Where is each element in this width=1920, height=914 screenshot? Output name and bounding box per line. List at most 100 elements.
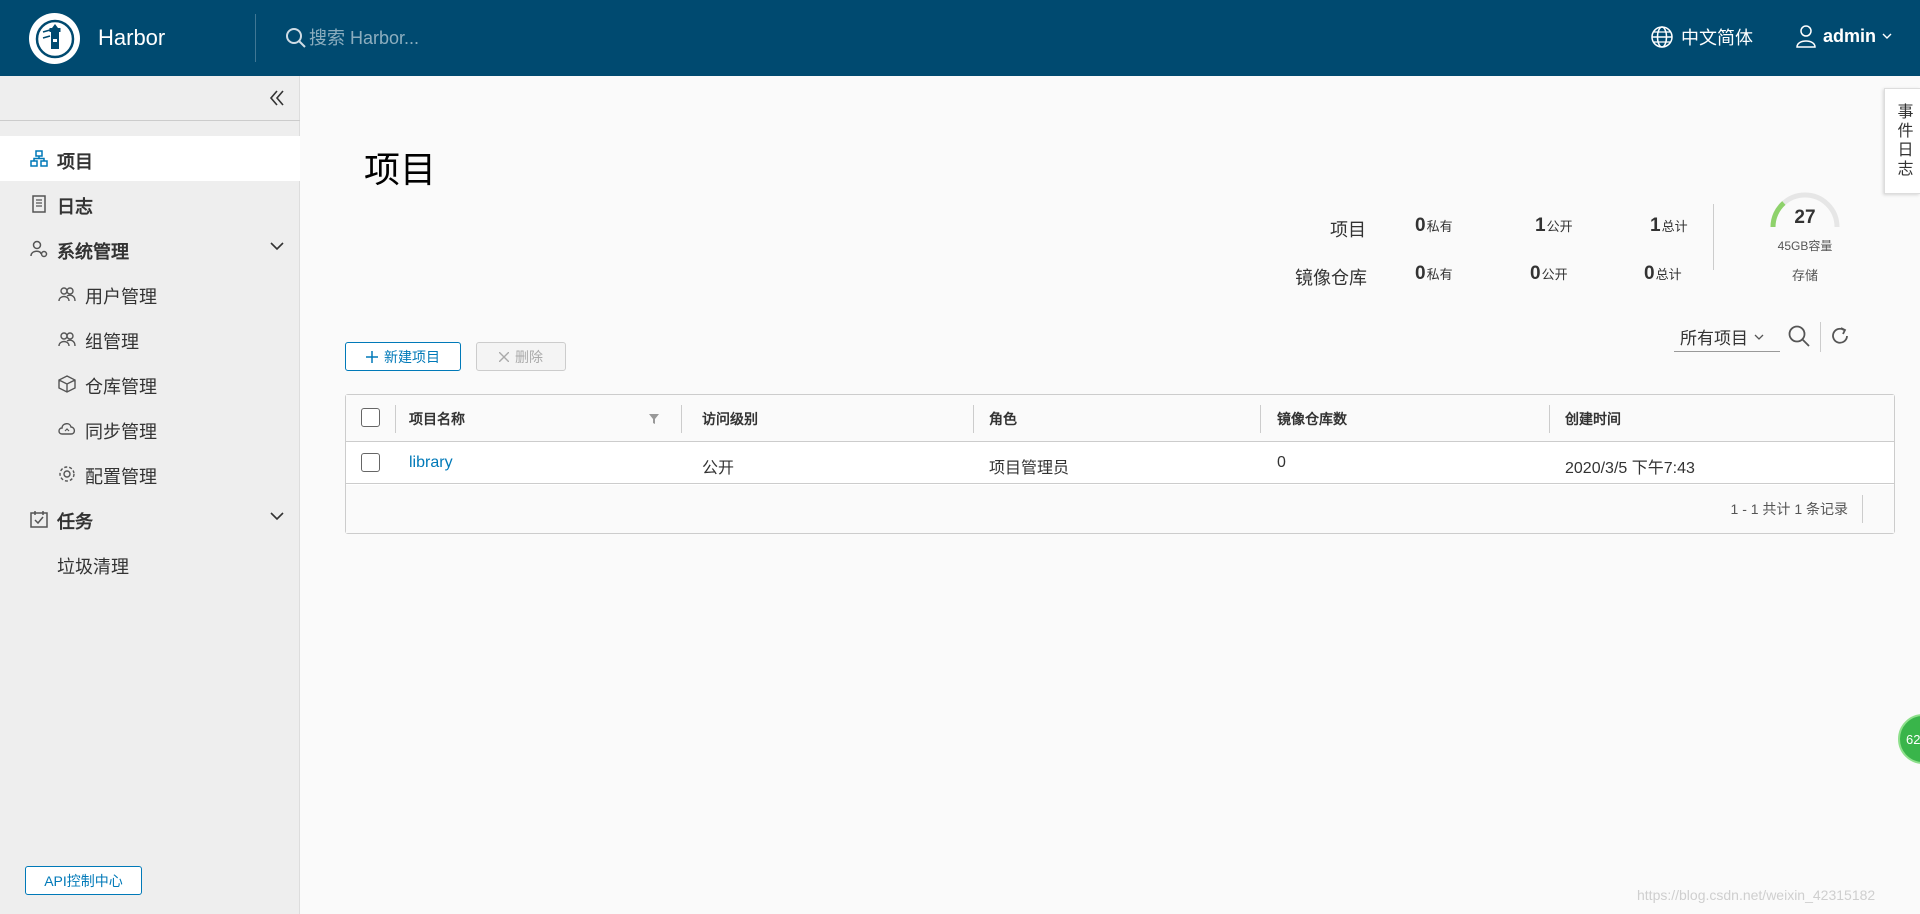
new-project-label: 新建项目 [384,348,440,365]
harbor-logo[interactable] [29,13,80,64]
column-header-repo-count[interactable]: 镜像仓库数 [1277,409,1347,429]
row-checkbox[interactable] [361,453,380,472]
page-title: 项目 [364,149,437,190]
sidebar-item-label: 垃圾清理 [57,557,129,577]
sidebar: 项目 日志 系统管理 用户管理 组管理 仓库管理 同步管理 配置管理 任务 垃圾… [0,76,300,914]
sidebar-item-label: 配置管理 [85,467,157,487]
watermark: https://blog.csdn.net/weixin_42315182 [1637,887,1876,903]
api-explorer-button[interactable]: API控制中心 [25,866,142,895]
admin-icon [30,240,48,258]
stat-repos-public: 0公开 [1530,263,1568,284]
select-all-checkbox[interactable] [361,408,380,427]
project-filter-select[interactable]: 所有项目 [1674,322,1780,352]
registry-icon [58,375,76,393]
floating-badge[interactable]: 62 [1898,714,1920,764]
stat-projects-public: 1公开 [1535,215,1573,236]
sidebar-item-label: 仓库管理 [85,377,157,397]
search-icon[interactable] [285,27,307,54]
sidebar-item-label: 用户管理 [85,287,157,307]
table-footer: 1 - 1 共计 1 条记录 [346,485,1894,533]
search-icon[interactable] [1787,324,1811,353]
sidebar-item-label: 项目 [57,152,93,172]
column-separator [395,405,396,433]
username: admin [1823,25,1877,46]
language-label: 中文简体 [1681,28,1753,48]
filter-selected-value: 所有项目 [1680,329,1748,348]
table-header: 项目名称 访问级别 角色 镜像仓库数 创建时间 [346,395,1894,442]
sidebar-item-replications[interactable]: 同步管理 [0,406,300,451]
header-divider [255,14,256,62]
sidebar-item-label: 组管理 [85,332,139,352]
stat-projects-label: 项目 [1330,220,1366,240]
logs-icon [32,195,46,213]
column-separator [1260,405,1261,433]
chevron-down-icon [270,512,284,521]
delete-label: 删除 [515,348,543,365]
sidebar-item-logs[interactable]: 日志 [0,181,300,226]
global-search-input[interactable] [309,22,569,54]
column-separator [681,405,682,433]
repo-count-cell: 0 [1277,454,1286,471]
stat-repos-label: 镜像仓库 [1295,268,1367,288]
footer-divider [1862,495,1863,523]
role-cell: 项目管理员 [989,460,1070,477]
new-project-button[interactable]: 新建项目 [345,342,461,371]
column-header-name[interactable]: 项目名称 [409,409,465,429]
column-separator [1549,405,1550,433]
chevron-down-icon [270,242,284,251]
tasks-icon [30,511,48,528]
plus-icon [366,350,378,363]
replication-icon [58,423,76,435]
user-menu[interactable]: admin [1795,24,1892,48]
projects-icon [30,150,48,167]
sidebar-item-label: 系统管理 [57,242,129,262]
sidebar-item-garbage-collection[interactable]: 垃圾清理 [0,541,300,586]
filter-icon[interactable] [648,413,660,425]
sidebar-item-groups[interactable]: 组管理 [0,316,300,361]
sidebar-item-tasks[interactable]: 任务 [0,496,300,541]
globe-icon [1651,26,1673,48]
app-title[interactable]: Harbor [98,25,165,51]
collapse-sidebar-icon[interactable] [268,88,286,113]
column-header-role[interactable]: 角色 [989,409,1017,429]
close-icon [499,351,509,362]
sidebar-item-label: 同步管理 [85,422,157,442]
chevron-down-icon [1754,334,1764,340]
users-icon [58,287,76,302]
event-log-tab[interactable]: 事件日志 [1884,88,1920,194]
sidebar-item-configuration[interactable]: 配置管理 [0,451,300,496]
project-name-link[interactable]: library [409,454,453,472]
column-header-created[interactable]: 创建时间 [1565,409,1621,429]
storage-capacity: 45GB容量 [1777,239,1833,253]
sidebar-divider [0,120,300,121]
sidebar-item-projects[interactable]: 项目 [0,136,300,181]
sidebar-item-admin[interactable]: 系统管理 [0,226,300,271]
stat-repos-total: 0总计 [1644,263,1682,284]
access-level-cell: 公开 [702,460,735,477]
stats-divider [1713,204,1714,270]
delete-button[interactable]: 删除 [476,342,566,371]
column-separator [973,405,974,433]
sidebar-item-registries[interactable]: 仓库管理 [0,361,300,406]
stat-projects-total: 1总计 [1650,215,1688,236]
sidebar-item-label: 日志 [57,197,93,217]
app-header: Harbor 中文简体 admin [0,0,1920,76]
pagination-info: 1 - 1 共计 1 条记录 [1730,501,1848,517]
groups-icon [58,332,76,347]
table-row[interactable]: library 公开 项目管理员 0 2020/3/5 下午7:43 [346,442,1894,484]
gear-icon [59,466,75,482]
sidebar-item-users[interactable]: 用户管理 [0,271,300,316]
chevron-down-icon [1882,33,1892,39]
sidebar-item-label: 任务 [57,512,93,532]
storage-value: 27 [1794,207,1816,228]
stat-repos-private: 0私有 [1415,263,1453,284]
user-icon [1796,25,1816,48]
lighthouse-icon [35,19,74,58]
stat-projects-private: 0私有 [1415,215,1453,236]
created-time-cell: 2020/3/5 下午7:43 [1565,460,1695,477]
language-switcher[interactable]: 中文简体 [1650,24,1753,50]
projects-table: 项目名称 访问级别 角色 镜像仓库数 创建时间 library 公开 项目管理员… [345,394,1895,534]
toolbar-divider [1820,322,1821,352]
refresh-icon[interactable] [1828,324,1852,353]
column-header-access[interactable]: 访问级别 [702,409,758,429]
